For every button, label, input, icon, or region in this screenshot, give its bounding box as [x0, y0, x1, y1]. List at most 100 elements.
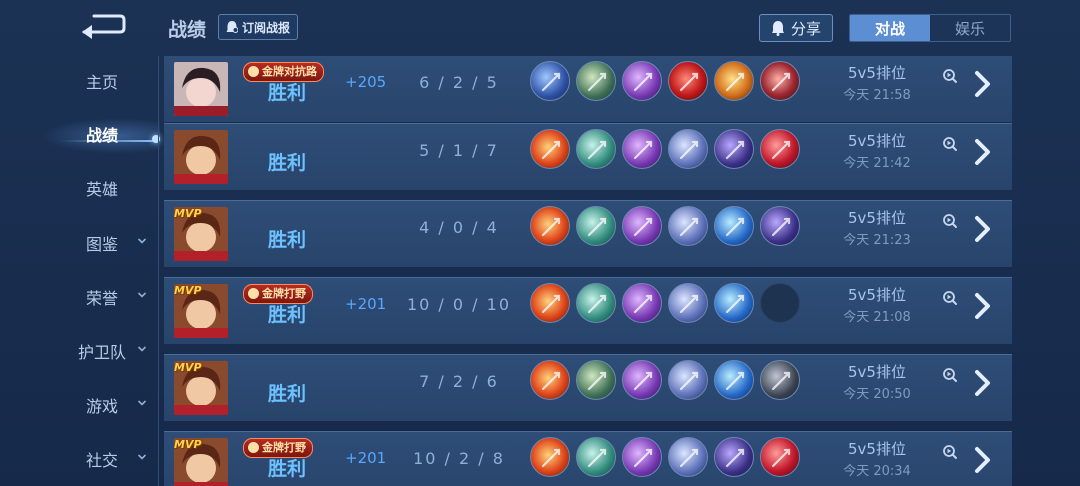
- badge-label: 金牌打野: [262, 287, 306, 300]
- rank-score-change: +201: [345, 295, 387, 313]
- mvp-badge: MVP: [174, 438, 202, 451]
- sidebar-item-codex[interactable]: 图鉴: [60, 228, 150, 258]
- match-result: 胜利: [268, 152, 307, 174]
- blue-blade-icon[interactable]: [530, 61, 570, 101]
- share-label: 分享: [790, 19, 821, 38]
- match-row[interactable]: MVP 金牌打野 胜利 +201 10 / 0 / 10 5v5排位 今天 21:08: [164, 277, 1012, 344]
- dark-trident-icon[interactable]: [760, 206, 800, 246]
- replay-icon[interactable]: [942, 213, 958, 229]
- dark-spear-icon[interactable]: [760, 360, 800, 400]
- match-row[interactable]: 胜利 5 / 1 / 7 5v5排位 今天 21:42: [164, 123, 1012, 190]
- sidebar-item-home[interactable]: 主页: [60, 66, 150, 96]
- fire-gauntlet-icon[interactable]: [530, 360, 570, 400]
- dark-trident-icon[interactable]: [714, 437, 754, 477]
- fire-gauntlet-icon[interactable]: [530, 437, 570, 477]
- sidebar-item-records[interactable]: 战绩: [60, 119, 150, 149]
- teal-boots-icon[interactable]: [576, 129, 616, 169]
- match-row[interactable]: MVP 金牌打野 胜利 +201 10 / 2 / 8 5v5排位 今天 20:34: [164, 431, 1012, 486]
- red-gem-icon[interactable]: [760, 129, 800, 169]
- replay-icon[interactable]: [942, 68, 958, 84]
- page-title: 战绩: [168, 19, 207, 41]
- chevron-down-icon: [138, 346, 146, 352]
- chevron-down-icon: [138, 400, 146, 406]
- gold-helmet-icon[interactable]: [714, 61, 754, 101]
- blue-axe-icon[interactable]: [668, 360, 708, 400]
- kda-stat: 4 / 0 / 4: [419, 218, 499, 237]
- tab-battle[interactable]: 对战: [850, 15, 930, 41]
- purple-axe-icon[interactable]: [622, 206, 662, 246]
- share-bell-icon: [771, 21, 784, 36]
- red-orb-icon[interactable]: [668, 61, 708, 101]
- hero-avatar: [174, 62, 228, 116]
- fire-gauntlet-icon[interactable]: [530, 206, 570, 246]
- match-result: 胜利: [268, 304, 307, 326]
- subscribe-report-button[interactable]: 订阅战报: [218, 14, 299, 40]
- teal-boots-icon[interactable]: [576, 283, 616, 323]
- replay-icon[interactable]: [942, 444, 958, 460]
- sidebar-item-label: 英雄: [85, 180, 118, 199]
- fire-gauntlet-icon[interactable]: [530, 129, 570, 169]
- hero-avatar: MVP: [174, 361, 228, 415]
- match-time: 今天 21:58: [843, 88, 911, 103]
- hero-portrait-icon: [174, 130, 228, 184]
- match-time: 今天 21:08: [843, 310, 911, 325]
- blue-axe-icon[interactable]: [668, 129, 708, 169]
- kda-stat: 10 / 2 / 8: [413, 449, 505, 468]
- replay-icon[interactable]: [942, 367, 958, 383]
- chevron-down-icon: [138, 454, 146, 460]
- green-boots-icon[interactable]: [576, 61, 616, 101]
- back-arrow-icon[interactable]: [78, 12, 128, 40]
- sidebar-item-label: 护卫队: [77, 343, 126, 362]
- sidebar-item-label: 主页: [85, 73, 118, 92]
- tab-entertainment[interactable]: 娱乐: [930, 15, 1010, 41]
- sidebar-item-guard-team[interactable]: 护卫队: [60, 336, 150, 366]
- replay-icon[interactable]: [942, 290, 958, 306]
- subscribe-label: 订阅战报: [242, 20, 291, 35]
- match-row[interactable]: MVP 胜利 4 / 0 / 4 5v5排位 今天 21:23: [164, 200, 1012, 267]
- blue-axe-icon[interactable]: [668, 206, 708, 246]
- dark-trident-icon[interactable]: [714, 129, 754, 169]
- chevron-right-icon[interactable]: [972, 70, 994, 98]
- equipment-list: [530, 129, 800, 169]
- equipment-list: [530, 61, 800, 101]
- chevron-right-icon[interactable]: [972, 215, 994, 243]
- purple-axe-icon[interactable]: [622, 360, 662, 400]
- sidebar-item-honor[interactable]: 荣誉: [60, 282, 150, 312]
- blue-trident-icon[interactable]: [714, 283, 754, 323]
- match-time: 今天 21:42: [843, 156, 911, 171]
- red-gauntlet-icon[interactable]: [760, 61, 800, 101]
- blue-axe-icon[interactable]: [668, 283, 708, 323]
- fire-gauntlet-icon[interactable]: [530, 283, 570, 323]
- badge-label: 金牌打野: [262, 441, 306, 454]
- chevron-right-icon[interactable]: [972, 138, 994, 166]
- purple-axe-icon[interactable]: [622, 283, 662, 323]
- purple-axe-icon[interactable]: [622, 129, 662, 169]
- replay-icon[interactable]: [942, 136, 958, 152]
- purple-axe-icon[interactable]: [622, 437, 662, 477]
- red-gem-icon[interactable]: [760, 437, 800, 477]
- blue-trident-icon[interactable]: [714, 360, 754, 400]
- chevron-right-icon[interactable]: [972, 292, 994, 320]
- equipment-list: [530, 360, 800, 400]
- rank-score-change: +201: [345, 449, 387, 467]
- chevron-down-icon: [138, 292, 146, 298]
- teal-boots-icon[interactable]: [576, 437, 616, 477]
- blue-trident-icon[interactable]: [714, 206, 754, 246]
- sidebar-item-heroes[interactable]: 英雄: [60, 173, 150, 203]
- share-button[interactable]: 分享: [759, 14, 833, 42]
- match-list: 金牌对抗路 胜利 +205 6 / 2 / 5 5v5排位 今天 21:58 胜利 5 / 1…: [164, 56, 1012, 486]
- sidebar-item-game[interactable]: 游戏: [60, 390, 150, 420]
- kda-stat: 6 / 2 / 5: [419, 73, 499, 92]
- green-boots-icon[interactable]: [576, 360, 616, 400]
- match-result: 胜利: [268, 383, 307, 405]
- chevron-right-icon[interactable]: [972, 446, 994, 474]
- empty-item-slot[interactable]: [760, 283, 800, 323]
- chevron-right-icon[interactable]: [972, 369, 994, 397]
- sidebar-item-social[interactable]: 社交: [60, 444, 150, 474]
- purple-axe-icon[interactable]: [622, 61, 662, 101]
- match-row[interactable]: MVP 胜利 7 / 2 / 6 5v5排位 今天 20:50: [164, 354, 1012, 421]
- top-bar: 战绩 订阅战报 分享 对战 娱乐: [0, 0, 1080, 56]
- blue-axe-icon[interactable]: [668, 437, 708, 477]
- match-row[interactable]: 金牌对抗路 胜利 +205 6 / 2 / 5 5v5排位 今天 21:58: [164, 56, 1012, 122]
- teal-boots-icon[interactable]: [576, 206, 616, 246]
